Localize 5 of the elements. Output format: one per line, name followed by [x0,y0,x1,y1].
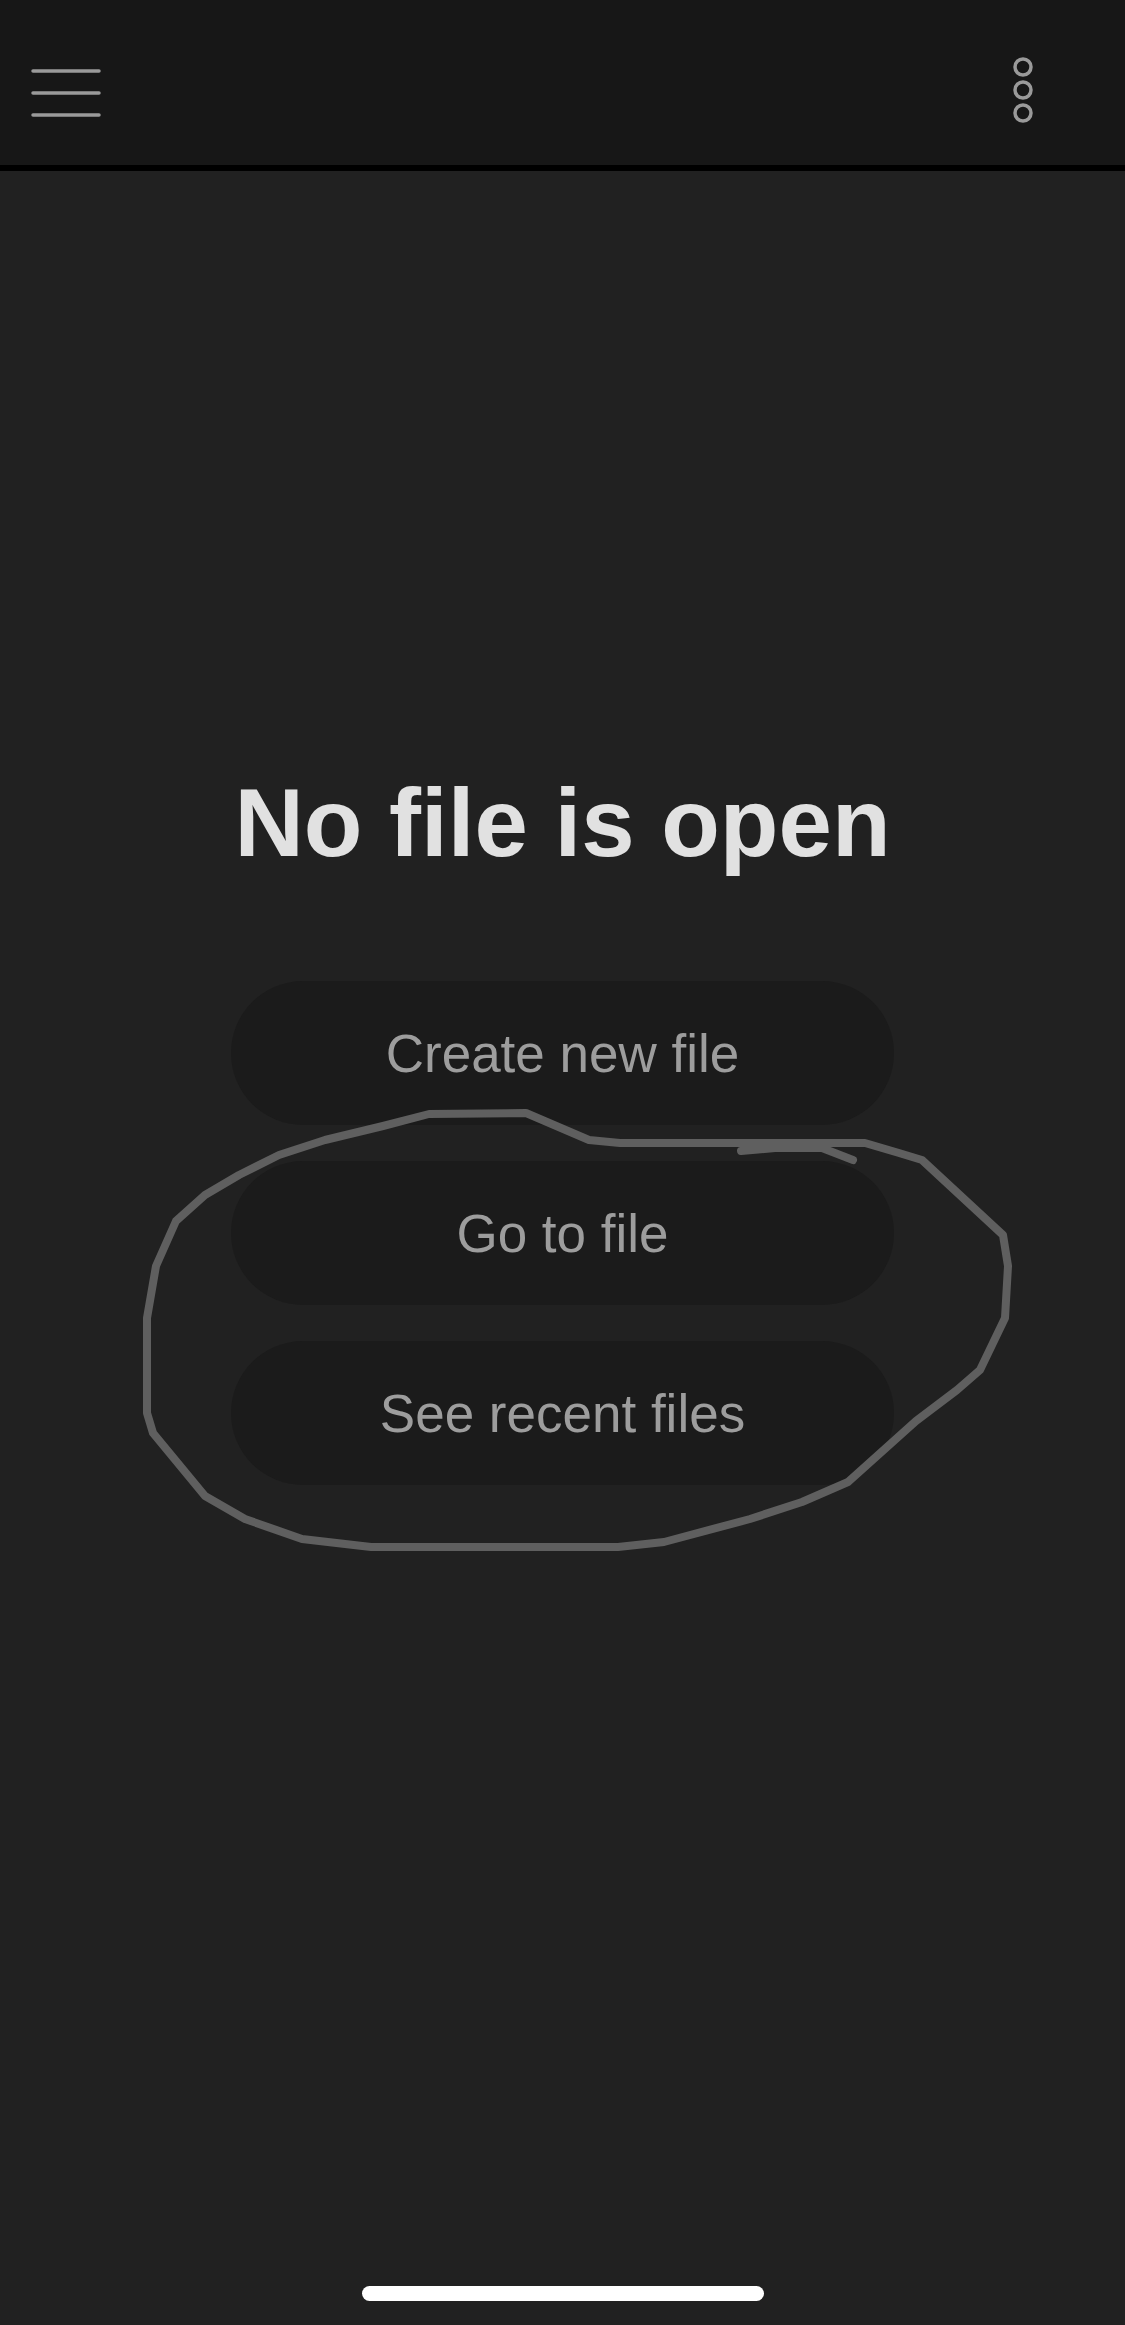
action-button[interactable]: See recent files [231,1341,894,1486]
empty-state-title: No file is open [234,768,891,878]
menu-icon[interactable] [31,68,101,118]
action-button[interactable]: Go to file [231,1161,894,1306]
action-button[interactable]: Create new file [231,981,894,1126]
